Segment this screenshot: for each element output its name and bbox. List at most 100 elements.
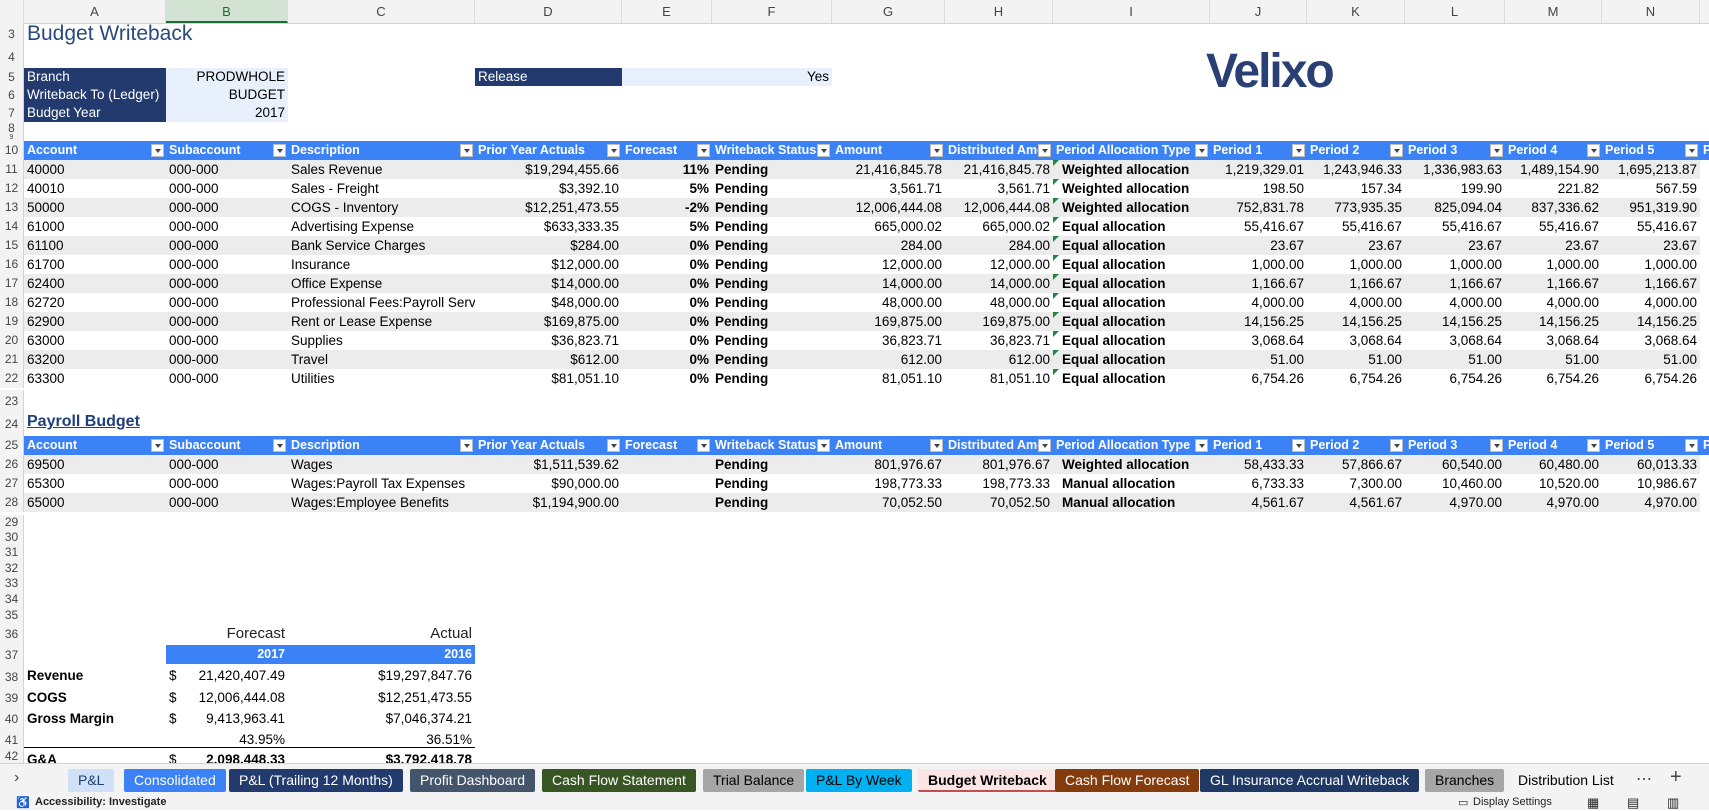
table-cell[interactable]: $1,194,900.00 xyxy=(475,493,622,512)
scroll-tabs-right-icon[interactable]: › xyxy=(14,769,19,787)
table-cell[interactable]: 14,000.00 xyxy=(832,274,945,293)
table-cell[interactable]: 198.50 xyxy=(1210,179,1307,198)
table-header-cell[interactable]: Period Allocation Type xyxy=(1053,141,1210,160)
summary-actual-value[interactable]: $19,297,847.76 xyxy=(288,666,475,685)
table-cell[interactable]: Manual allocation xyxy=(1053,474,1210,493)
table-header-cell[interactable]: Subaccount xyxy=(166,141,288,160)
table-cell[interactable]: $1,511,539.62 xyxy=(475,455,622,474)
table-cell[interactable]: $19,294,455.66 xyxy=(475,160,622,179)
table-cell[interactable]: 62720 xyxy=(24,293,166,312)
table-cell[interactable]: 14,156.25 xyxy=(1505,312,1602,331)
param-year-value[interactable]: 2017 xyxy=(166,104,288,122)
table-cell[interactable]: Weighted allocation xyxy=(1053,160,1210,179)
filter-dropdown-icon[interactable] xyxy=(697,144,710,157)
select-all-corner[interactable] xyxy=(0,0,24,23)
sheet-tab[interactable]: GL Insurance Accrual Writeback xyxy=(1200,769,1420,792)
table-cell[interactable]: 221.82 xyxy=(1505,179,1602,198)
table-cell[interactable]: 23.67 xyxy=(1505,236,1602,255)
row-header[interactable]: 6 xyxy=(0,86,24,104)
filter-dropdown-icon[interactable] xyxy=(460,439,473,452)
summary-currency-symbol[interactable]: $ xyxy=(166,709,186,728)
table-cell[interactable]: Pending xyxy=(712,474,832,493)
table-cell[interactable]: 000-000 xyxy=(166,293,288,312)
table-cell[interactable]: 000-000 xyxy=(166,255,288,274)
table-cell[interactable]: 23.67 xyxy=(1307,236,1405,255)
normal-view-icon[interactable]: ▦ xyxy=(1587,795,1599,811)
table-cell[interactable]: 55,416.67 xyxy=(1602,217,1700,236)
row-header[interactable]: 24 xyxy=(0,413,24,436)
table-cell[interactable]: Rent or Lease Expense xyxy=(288,312,475,331)
table-cell[interactable]: 62400 xyxy=(24,274,166,293)
table-header-cell[interactable]: Forecast xyxy=(622,141,712,160)
table-cell[interactable]: 665,000.02 xyxy=(832,217,945,236)
table-cell[interactable]: 000-000 xyxy=(166,369,288,388)
row-header[interactable]: 12 xyxy=(0,179,24,198)
sheet-tab[interactable]: Trial Balance xyxy=(703,769,805,792)
summary-row-label[interactable]: Gross Margin xyxy=(24,709,166,728)
table-cell[interactable]: 3,561.71 xyxy=(945,179,1053,198)
table-cell[interactable]: 5% xyxy=(622,179,712,198)
table-cell[interactable]: 6,754.26 xyxy=(1505,369,1602,388)
table-cell[interactable]: $81,051.10 xyxy=(475,369,622,388)
col-header-i[interactable]: I xyxy=(1053,0,1210,23)
accessibility-status[interactable]: Accessibility: Investigate xyxy=(35,796,166,808)
table-header-cell[interactable]: Description xyxy=(288,141,475,160)
filter-dropdown-icon[interactable] xyxy=(1490,144,1503,157)
table-cell[interactable]: Advertising Expense xyxy=(288,217,475,236)
table-cell[interactable]: 3,068.64 xyxy=(1405,331,1505,350)
filter-dropdown-icon[interactable] xyxy=(273,439,286,452)
table-cell[interactable]: Equal allocation xyxy=(1053,312,1210,331)
row-header[interactable]: 10 xyxy=(0,141,24,160)
table-cell[interactable]: $3,392.10 xyxy=(475,179,622,198)
sheet-tab[interactable]: P&L (Trailing 12 Months) xyxy=(229,769,403,792)
row-header[interactable]: 20 xyxy=(0,331,24,350)
table-cell[interactable]: 65300 xyxy=(24,474,166,493)
table-cell[interactable]: 000-000 xyxy=(166,236,288,255)
sheet-tab[interactable]: Budget Writeback xyxy=(918,769,1057,792)
table-cell[interactable]: Pending xyxy=(712,369,832,388)
table-cell[interactable]: 55,416.67 xyxy=(1210,217,1307,236)
table-cell[interactable]: Manual allocation xyxy=(1053,493,1210,512)
table-cell[interactable]: Equal allocation xyxy=(1053,350,1210,369)
table-cell[interactable]: Equal allocation xyxy=(1053,274,1210,293)
table-cell[interactable]: 4,970.00 xyxy=(1602,493,1700,512)
table-cell[interactable]: 63300 xyxy=(24,369,166,388)
summary-forecast-value[interactable]: 12,006,444.08 xyxy=(186,688,288,707)
summary-currency-symbol[interactable]: $ xyxy=(166,666,186,685)
table-cell[interactable]: 1,000.00 xyxy=(1505,255,1602,274)
table-cell[interactable]: 4,000.00 xyxy=(1602,293,1700,312)
row-header[interactable]: 26 xyxy=(0,455,24,474)
table-cell[interactable]: 0% xyxy=(622,274,712,293)
col-header-a[interactable]: A xyxy=(24,0,166,23)
table-cell[interactable]: Pending xyxy=(712,198,832,217)
table-cell[interactable]: 60,013.33 xyxy=(1602,455,1700,474)
table-cell[interactable]: 55,416.67 xyxy=(1505,217,1602,236)
row-header[interactable]: 7 xyxy=(0,104,24,122)
table-cell[interactable]: Equal allocation xyxy=(1053,293,1210,312)
table-cell[interactable]: 0% xyxy=(622,350,712,369)
table-cell[interactable]: Pending xyxy=(712,312,832,331)
table-cell[interactable]: Supplies xyxy=(288,331,475,350)
table-header-cell[interactable]: Period 1 xyxy=(1210,141,1307,160)
table-cell[interactable]: Weighted allocation xyxy=(1053,455,1210,474)
row-header[interactable]: 38 xyxy=(0,666,24,688)
table-cell[interactable]: 284.00 xyxy=(832,236,945,255)
table-cell[interactable]: 61700 xyxy=(24,255,166,274)
table-cell[interactable]: 000-000 xyxy=(166,217,288,236)
table-cell[interactable]: 51.00 xyxy=(1210,350,1307,369)
table-cell[interactable]: 1,000.00 xyxy=(1307,255,1405,274)
table-cell[interactable]: Travel xyxy=(288,350,475,369)
filter-dropdown-icon[interactable] xyxy=(1587,439,1600,452)
summary-actual-value[interactable]: $7,046,374.21 xyxy=(288,709,475,728)
table-cell[interactable]: 000-000 xyxy=(166,312,288,331)
table-cell[interactable]: 23.67 xyxy=(1210,236,1307,255)
table-cell[interactable]: Equal allocation xyxy=(1053,369,1210,388)
table-cell[interactable]: 198,773.33 xyxy=(832,474,945,493)
table-cell[interactable]: Pending xyxy=(712,293,832,312)
summary-row-label[interactable]: Revenue xyxy=(24,666,166,685)
col-header-m[interactable]: M xyxy=(1505,0,1602,23)
col-header-e[interactable]: E xyxy=(622,0,712,23)
table-cell[interactable]: 57,866.67 xyxy=(1307,455,1405,474)
table-cell[interactable]: 21,416,845.78 xyxy=(832,160,945,179)
filter-dropdown-icon[interactable] xyxy=(1292,439,1305,452)
